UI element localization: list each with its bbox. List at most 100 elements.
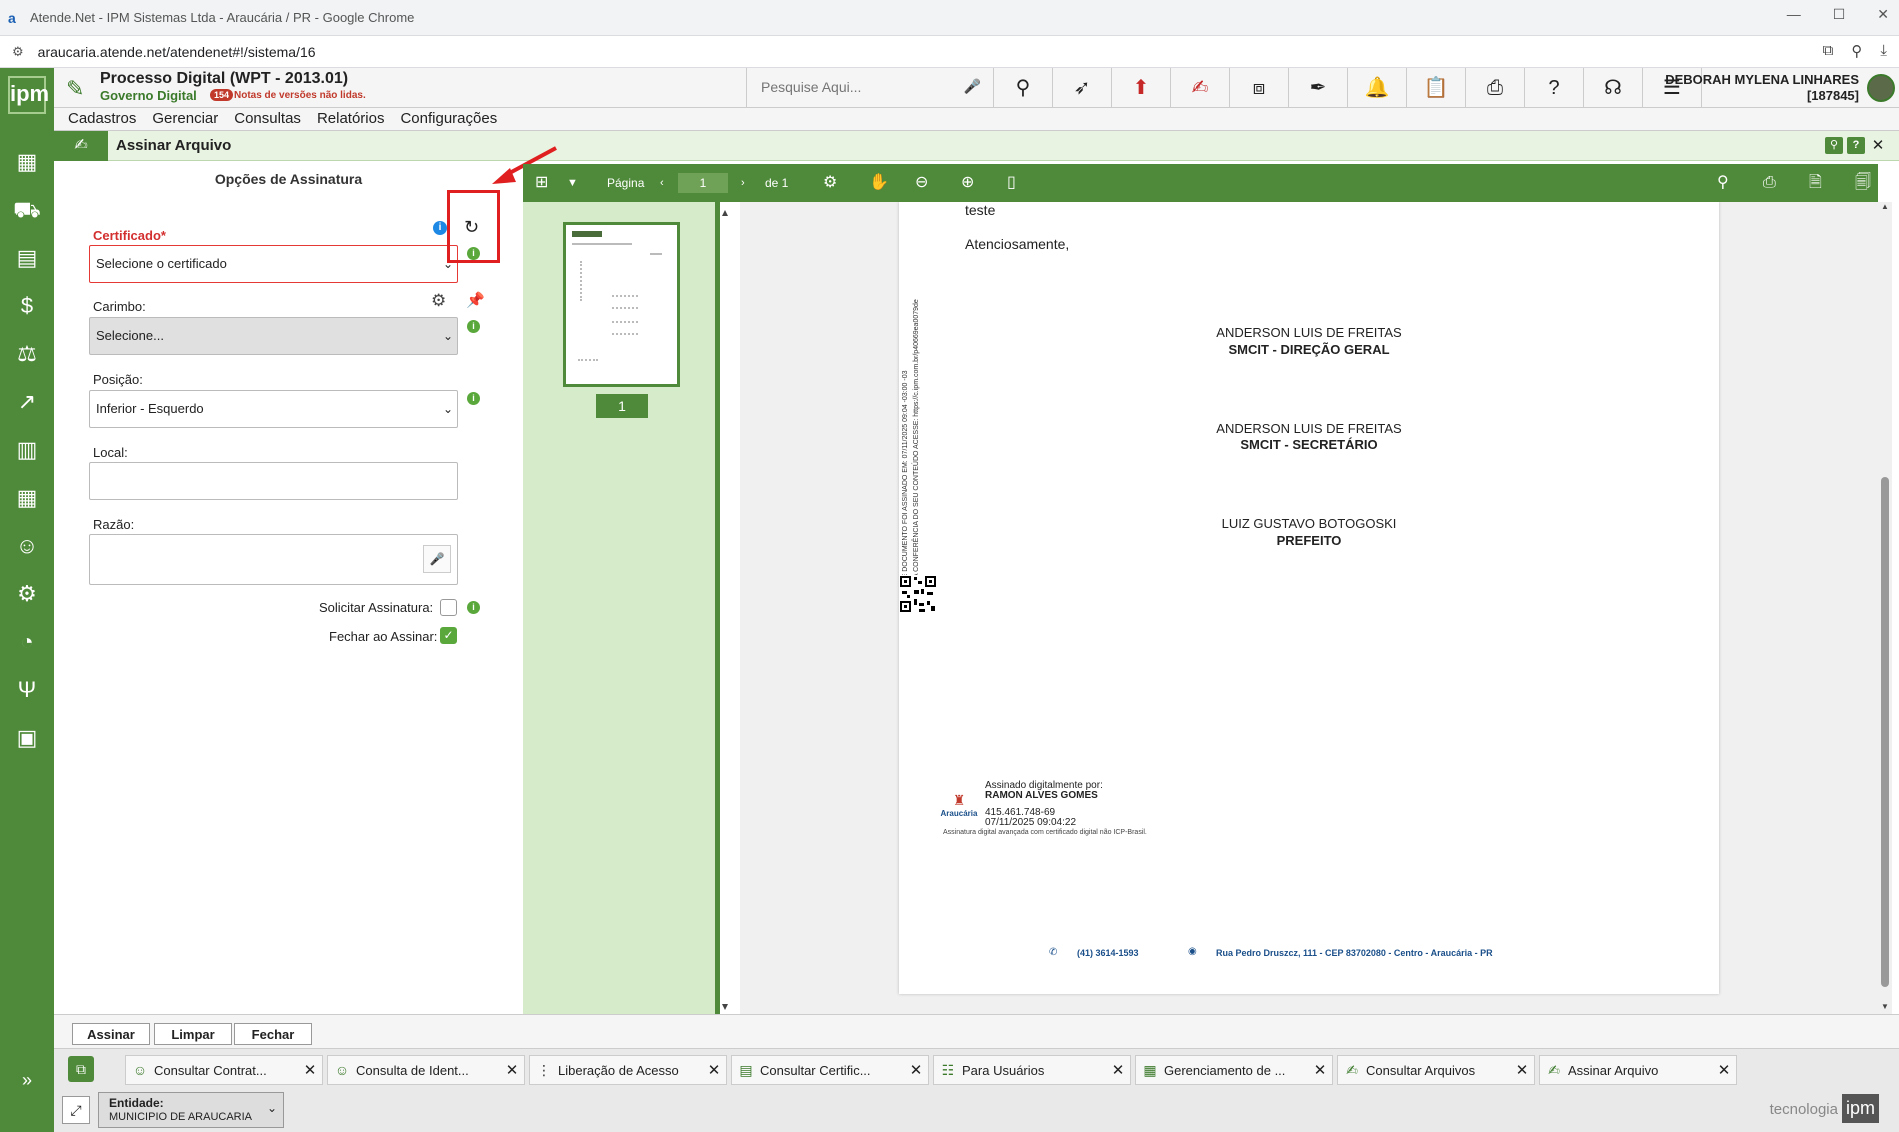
- task-assinar-arquivo[interactable]: ✍ Assinar Arquivo ✕: [1539, 1055, 1737, 1085]
- viewer-settings-icon[interactable]: ⚙: [823, 164, 837, 202]
- bell-icon[interactable]: 🔔: [1348, 68, 1407, 108]
- next-page-icon[interactable]: ›: [741, 164, 745, 202]
- scales-icon[interactable]: ⚖: [13, 340, 41, 368]
- scroll-up-icon[interactable]: ▲: [1881, 202, 1889, 211]
- viewer-doc-download-icon[interactable]: 🗐: [1855, 164, 1871, 202]
- ipm-logo[interactable]: ipm: [8, 76, 49, 114]
- truck-icon[interactable]: ⛟: [13, 196, 41, 224]
- page-number-input[interactable]: 1: [678, 173, 728, 193]
- search-input[interactable]: [747, 68, 927, 106]
- menu-consultas[interactable]: Consultas: [234, 108, 301, 130]
- close-icon[interactable]: ✕: [298, 1061, 322, 1079]
- building-icon[interactable]: ▥: [13, 436, 41, 464]
- thumbnail-page-number[interactable]: 1: [596, 394, 648, 418]
- clipboard-icon[interactable]: ▤: [13, 244, 41, 272]
- task-gerenciamento[interactable]: ▦ Gerenciamento de ... ✕: [1135, 1055, 1333, 1085]
- pan-hand-icon[interactable]: ✋: [869, 164, 889, 202]
- menu-configuracoes[interactable]: Configurações: [400, 108, 497, 130]
- teacher-icon[interactable]: ▣: [13, 724, 41, 752]
- zoom-out-icon[interactable]: ⊖: [915, 164, 928, 202]
- fechar-button[interactable]: Fechar: [234, 1023, 312, 1045]
- close-icon[interactable]: ✕: [1308, 1061, 1332, 1079]
- plug-icon[interactable]: Ψ: [13, 676, 41, 704]
- upload-doc-icon[interactable]: ⬆: [1112, 68, 1171, 108]
- menu-gerenciar[interactable]: Gerenciar: [152, 108, 218, 130]
- viewer-search-icon[interactable]: ⚲: [1717, 164, 1729, 202]
- task-consultar-certific[interactable]: ▤ Consultar Certific... ✕: [731, 1055, 929, 1085]
- fechar-checkbox[interactable]: ✓: [440, 627, 457, 644]
- razao-microphone-icon[interactable]: 🎤: [423, 545, 451, 573]
- window-search-icon[interactable]: ⚲: [1825, 137, 1843, 154]
- maximize-icon[interactable]: ☐: [1833, 6, 1846, 23]
- url-text[interactable]: araucaria.atende.net/atendenet#!/sistema…: [38, 44, 316, 60]
- document-scrollbar[interactable]: ▲ ▼: [1878, 202, 1892, 1014]
- pie-chart-icon[interactable]: ◔: [13, 628, 41, 656]
- download-icon[interactable]: ⤓: [1880, 42, 1887, 60]
- help-icon[interactable]: ?: [1525, 68, 1584, 108]
- spreadsheet-icon[interactable]: ▦: [13, 484, 41, 512]
- certificado-info-icon[interactable]: i: [433, 221, 447, 235]
- printer-icon[interactable]: ⎙: [1466, 68, 1525, 108]
- fit-page-icon[interactable]: ▯: [1007, 164, 1016, 202]
- close-icon[interactable]: ✕: [1712, 1061, 1736, 1079]
- zoom-in-icon[interactable]: ⊕: [961, 164, 974, 202]
- posicao-help-icon[interactable]: i: [467, 392, 480, 405]
- avatar[interactable]: [1867, 74, 1895, 102]
- menu-cadastros[interactable]: Cadastros: [68, 108, 136, 130]
- rocket-icon[interactable]: ➶: [1053, 68, 1112, 108]
- close-icon[interactable]: ✕: [500, 1061, 524, 1079]
- view-dropdown-icon[interactable]: ▼: [567, 164, 578, 202]
- site-info-icon[interactable]: ⚙: [12, 44, 24, 60]
- carimbo-gear-icon[interactable]: ⚙: [431, 291, 446, 311]
- headset-icon[interactable]: ☊: [1584, 68, 1643, 108]
- viewer-print-icon[interactable]: ⎙: [1763, 164, 1776, 202]
- system-title[interactable]: Processo Digital (WPT - 2013.01): [100, 70, 348, 88]
- close-icon[interactable]: ✕: [1106, 1061, 1130, 1079]
- close-icon[interactable]: ✕: [702, 1061, 726, 1079]
- window-help-icon[interactable]: ?: [1847, 137, 1865, 154]
- posicao-select[interactable]: Inferior - Esquerdo ⌄: [89, 390, 458, 428]
- close-icon[interactable]: ✕: [904, 1061, 928, 1079]
- page-thumbnail[interactable]: [563, 222, 680, 387]
- signature-pen-icon[interactable]: ✒: [1289, 68, 1348, 108]
- certificado-select[interactable]: Selecione o certificado ⌄: [89, 245, 458, 283]
- user-info[interactable]: DEBORAH MYLENA LINHARES [187845]: [1665, 72, 1859, 104]
- viewer-doc-search-icon[interactable]: 🗎: [1809, 164, 1822, 202]
- calculator-icon[interactable]: ▦: [13, 148, 41, 176]
- network-icon[interactable]: ⧈: [1230, 68, 1289, 108]
- gear-icon[interactable]: ⚙: [13, 580, 41, 608]
- notes-badge[interactable]: 154: [210, 89, 234, 101]
- prev-page-icon[interactable]: ‹: [660, 164, 664, 202]
- sign-doc-icon[interactable]: ✍: [1171, 68, 1230, 108]
- entidade-selector[interactable]: Entidade: MUNICIPIO DE ARAUCARIA ⌄: [98, 1092, 284, 1128]
- expand-sidebar-icon[interactable]: »: [13, 1066, 41, 1094]
- windows-home-icon[interactable]: ⧉: [68, 1056, 94, 1082]
- notes-link[interactable]: Notas de versões não lidas.: [234, 90, 366, 101]
- menu-relatorios[interactable]: Relatórios: [317, 108, 385, 130]
- window-close-icon[interactable]: ✕: [1869, 137, 1887, 154]
- local-input[interactable]: [89, 462, 458, 500]
- zoom-icon[interactable]: ⚲: [1851, 42, 1862, 60]
- install-app-icon[interactable]: ⧉: [1823, 42, 1834, 60]
- close-window-icon[interactable]: ✕: [1877, 6, 1889, 23]
- task-consultar-arquivos[interactable]: ✍ Consultar Arquivos ✕: [1337, 1055, 1535, 1085]
- scroll-thumb[interactable]: [1881, 477, 1889, 987]
- scroll-down-icon[interactable]: ▼: [1881, 1002, 1889, 1011]
- microphone-icon[interactable]: 🎤: [964, 78, 981, 95]
- carimbo-select[interactable]: Selecione... ⌄: [89, 317, 458, 355]
- task-liberacao-acesso[interactable]: ⋮ Liberação de Acesso ✕: [529, 1055, 727, 1085]
- minimize-icon[interactable]: —: [1787, 6, 1801, 23]
- limpar-button[interactable]: Limpar: [154, 1023, 232, 1045]
- clipboard-list-icon[interactable]: 📋: [1407, 68, 1466, 108]
- thumbnail-scrollbar[interactable]: [722, 210, 728, 1010]
- razao-textarea[interactable]: 🎤: [89, 534, 458, 585]
- task-consultar-contrat[interactable]: ☺ Consultar Contrat... ✕: [125, 1055, 323, 1085]
- search-icon[interactable]: ⚲: [994, 68, 1053, 108]
- task-consulta-ident[interactable]: ☺ Consulta de Ident... ✕: [327, 1055, 525, 1085]
- chart-icon[interactable]: ↗: [13, 388, 41, 416]
- assinar-button[interactable]: Assinar: [72, 1023, 150, 1045]
- grid-view-icon[interactable]: ⊞: [535, 164, 548, 202]
- carimbo-help-icon[interactable]: i: [467, 320, 480, 333]
- solicitar-checkbox[interactable]: [440, 599, 457, 616]
- pin-icon[interactable]: 📌: [466, 291, 485, 309]
